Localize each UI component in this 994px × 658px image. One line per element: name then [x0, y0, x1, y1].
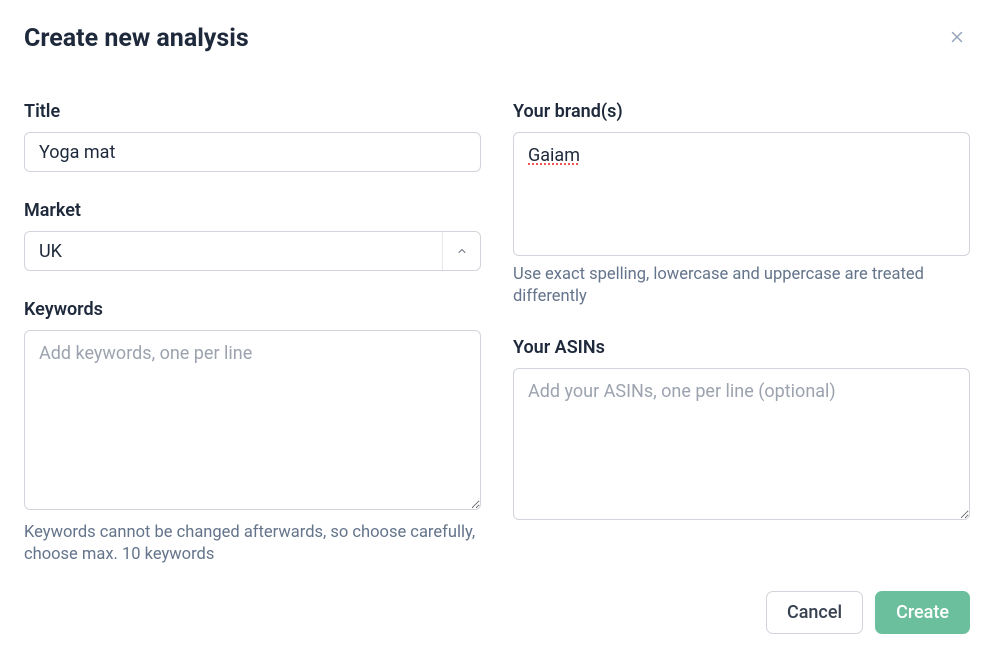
keywords-helper-text: Keywords cannot be changed afterwards, s…	[24, 522, 481, 567]
asins-textarea[interactable]	[513, 368, 970, 520]
keywords-textarea[interactable]	[24, 330, 481, 510]
cancel-button[interactable]: Cancel	[766, 591, 863, 634]
brands-textarea[interactable]: Gaiam	[513, 132, 970, 256]
create-button[interactable]: Create	[875, 591, 970, 634]
left-column: Title Market UK Keywords Keywords cannot…	[24, 101, 481, 595]
title-group: Title	[24, 101, 481, 172]
right-column: Your brand(s) Gaiam Use exact spelling, …	[513, 101, 970, 552]
title-label: Title	[24, 101, 481, 122]
keywords-label: Keywords	[24, 299, 481, 320]
keywords-group: Keywords Keywords cannot be changed afte…	[24, 299, 481, 567]
modal-title: Create new analysis	[24, 24, 249, 53]
brands-value: Gaiam	[528, 145, 580, 166]
brands-helper-text: Use exact spelling, lowercase and upperc…	[513, 264, 970, 309]
form-grid: Title Market UK Keywords Keywords cannot…	[24, 101, 970, 595]
asins-group: Your ASINs	[513, 337, 970, 524]
modal-footer: Cancel Create	[766, 591, 970, 634]
market-select[interactable]: UK	[24, 231, 481, 271]
market-select-wrapper: UK	[24, 231, 481, 271]
title-input[interactable]	[24, 132, 481, 172]
close-button[interactable]	[944, 24, 970, 50]
brands-label: Your brand(s)	[513, 101, 970, 122]
brands-group: Your brand(s) Gaiam Use exact spelling, …	[513, 101, 970, 309]
asins-label: Your ASINs	[513, 337, 970, 358]
market-group: Market UK	[24, 200, 481, 271]
market-label: Market	[24, 200, 481, 221]
modal-header: Create new analysis	[24, 24, 970, 53]
close-icon	[948, 28, 966, 46]
